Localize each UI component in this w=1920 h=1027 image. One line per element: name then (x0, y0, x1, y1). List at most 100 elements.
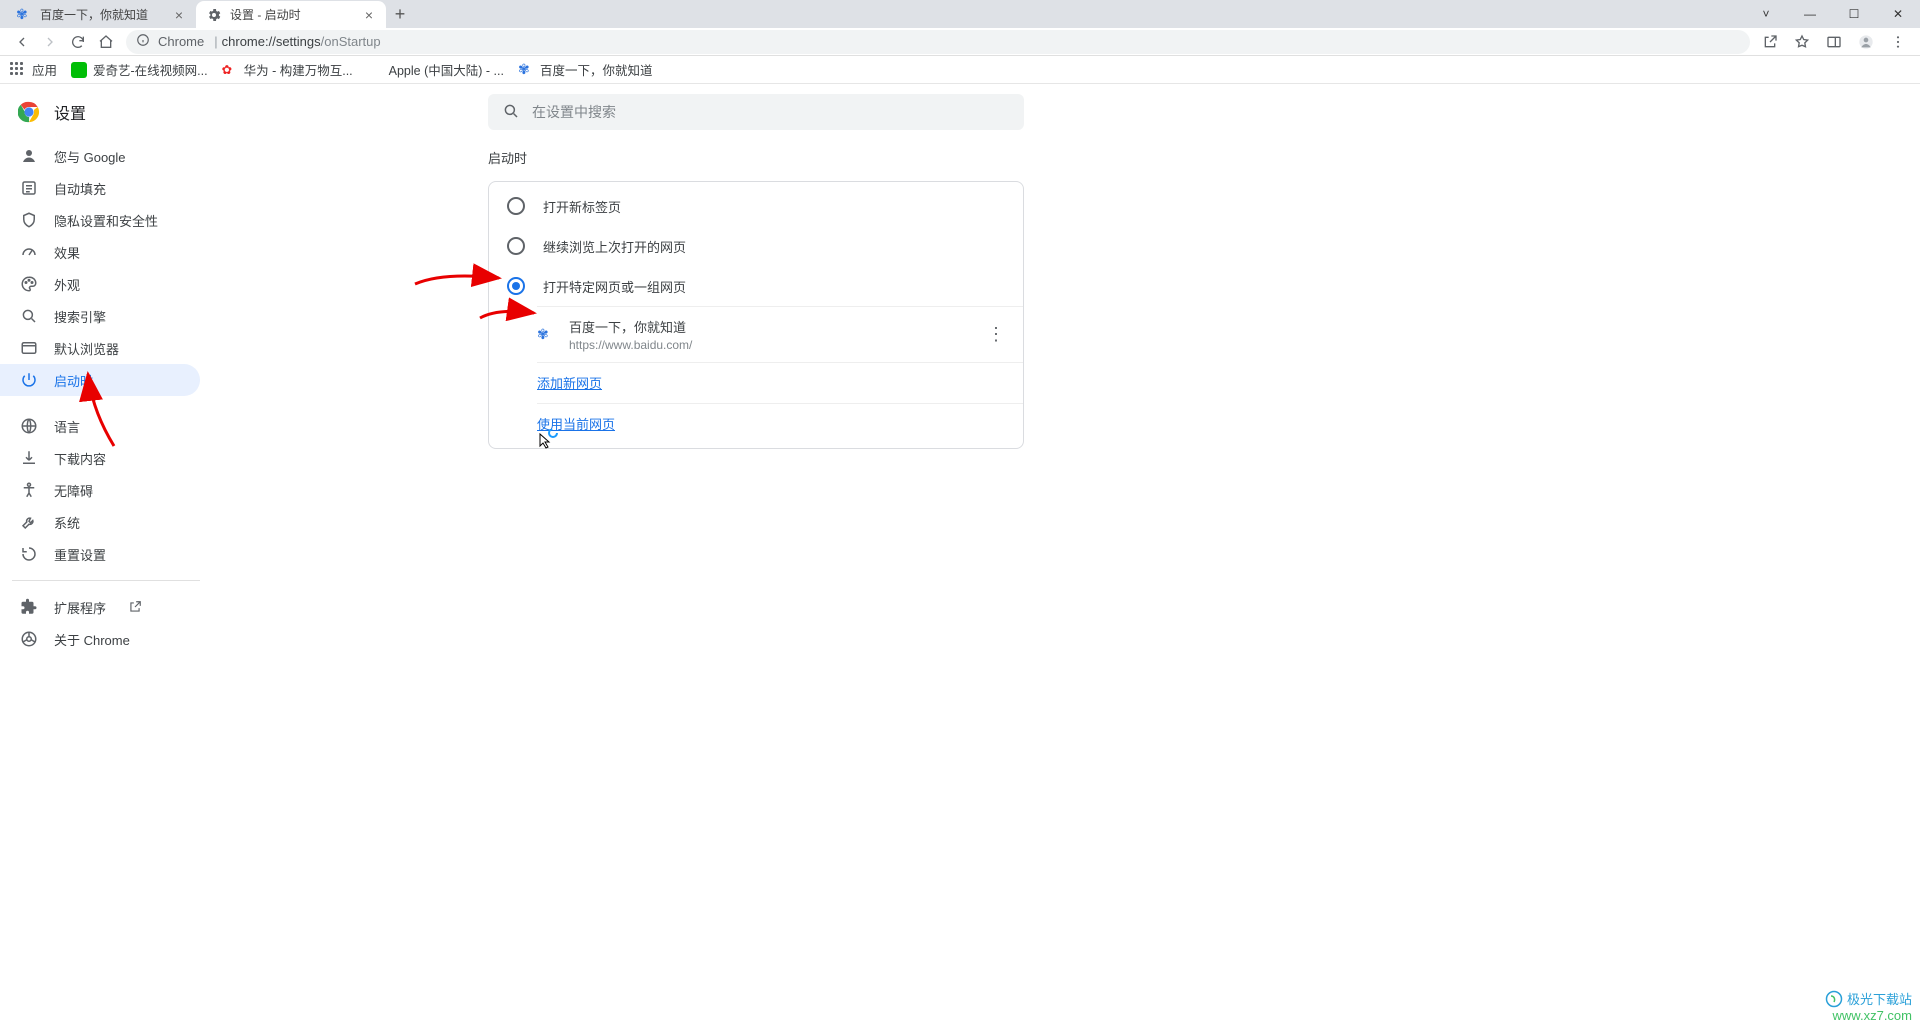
nav-autofill[interactable]: 自动填充 (0, 172, 200, 204)
back-button[interactable] (8, 28, 36, 56)
nav-about-chrome[interactable]: 关于 Chrome (0, 623, 200, 655)
profile-avatar-icon[interactable] (1852, 28, 1880, 56)
nav-accessibility[interactable]: 无障碍 (0, 474, 200, 506)
tab-title: 设置 - 启动时 (230, 6, 356, 23)
nav-label: 无障碍 (54, 481, 93, 500)
menu-icon[interactable] (1884, 28, 1912, 56)
bookmark-iqiyi[interactable]: 爱奇艺-在线视频网... (71, 60, 208, 79)
toolbar-right (1756, 28, 1912, 56)
bookmark-label: 百度一下，你就知道 (540, 60, 653, 79)
new-tab-button[interactable]: + (386, 0, 414, 28)
bookmark-star-icon[interactable] (1788, 28, 1816, 56)
radio-icon (507, 277, 525, 295)
nav-on-startup[interactable]: 启动时 (0, 364, 200, 396)
nav-label: 重置设置 (54, 545, 106, 564)
close-icon[interactable]: × (362, 8, 376, 22)
chrome-logo-icon (18, 101, 40, 123)
bookmark-baidu[interactable]: ✾ 百度一下，你就知道 (518, 60, 653, 79)
add-page-link[interactable]: 添加新网页 (537, 376, 602, 391)
nav-default-browser[interactable]: 默认浏览器 (0, 332, 200, 364)
more-menu-icon[interactable]: ⋮ (987, 324, 1005, 345)
nav-label: 效果 (54, 243, 80, 262)
nav-you-and-google[interactable]: 您与 Google (0, 140, 200, 172)
bookmark-label: 爱奇艺-在线视频网... (93, 60, 208, 79)
nav-reset[interactable]: 重置设置 (0, 538, 200, 570)
site-info-icon[interactable] (136, 33, 150, 50)
use-current-row: 使用当前网页 (537, 403, 1023, 444)
nav-extensions[interactable]: 扩展程序 (0, 591, 200, 623)
watermark-line1: 极光下载站 (1847, 989, 1912, 1008)
home-button[interactable] (92, 28, 120, 56)
wrench-icon (20, 513, 38, 531)
huawei-icon: ✿ (222, 62, 238, 78)
baidu-paw-icon: ✾ (518, 62, 534, 78)
reset-icon (20, 545, 38, 563)
shield-icon (20, 211, 38, 229)
address-bar[interactable]: Chrome | chrome://settings/onStartup (126, 30, 1750, 54)
gear-icon (206, 7, 222, 23)
minimize-button[interactable]: — (1788, 0, 1832, 28)
nav-privacy[interactable]: 隐私设置和安全性 (0, 204, 200, 236)
radio-continue[interactable]: 继续浏览上次打开的网页 (489, 226, 1023, 266)
watermark-line2: www.xz7.com (1825, 1008, 1912, 1023)
download-icon (20, 449, 38, 467)
use-current-link[interactable]: 使用当前网页 (537, 417, 615, 432)
apple-icon (367, 62, 383, 78)
url-rest: /onStartup (321, 34, 381, 49)
apps-grid-icon (10, 62, 26, 78)
settings-search[interactable]: 在设置中搜索 (488, 94, 1024, 130)
nav-label: 系统 (54, 513, 80, 532)
reload-button[interactable] (64, 28, 92, 56)
maximize-button[interactable]: ☐ (1832, 0, 1876, 28)
iqiyi-icon (71, 62, 87, 78)
browser-toolbar: Chrome | chrome://settings/onStartup (0, 28, 1920, 56)
tab-baidu[interactable]: ✾ 百度一下，你就知道 × (6, 1, 196, 28)
nav-label: 语言 (54, 417, 80, 436)
nav-label: 扩展程序 (54, 598, 106, 617)
site-name: 百度一下，你就知道 (569, 317, 987, 336)
share-icon[interactable] (1756, 28, 1784, 56)
radio-new-tab[interactable]: 打开新标签页 (489, 186, 1023, 226)
radio-label: 继续浏览上次打开的网页 (543, 237, 686, 256)
apps-shortcut[interactable]: 应用 (10, 60, 57, 79)
tab-title: 百度一下，你就知道 (40, 6, 166, 23)
radio-label: 打开新标签页 (543, 197, 621, 216)
bookmark-apple[interactable]: Apple (中国大陆) - ... (367, 60, 504, 79)
nav-performance[interactable]: 效果 (0, 236, 200, 268)
site-url: https://www.baidu.com/ (569, 338, 987, 352)
watermark: 极光下载站 www.xz7.com (1825, 989, 1912, 1023)
bookmark-label: Apple (中国大陆) - ... (389, 60, 504, 79)
bookmark-huawei[interactable]: ✿ 华为 - 构建万物互... (222, 60, 353, 79)
power-icon (20, 371, 38, 389)
radio-specific-pages[interactable]: 打开特定网页或一组网页 (489, 266, 1023, 306)
section-title: 启动时 (488, 148, 1024, 167)
forward-button[interactable] (36, 28, 64, 56)
close-window-button[interactable]: ✕ (1876, 0, 1920, 28)
nav-search-engine[interactable]: 搜索引擎 (0, 300, 200, 332)
nav-system[interactable]: 系统 (0, 506, 200, 538)
radio-label: 打开特定网页或一组网页 (543, 277, 686, 296)
radio-icon (507, 237, 525, 255)
tab-strip: ✾ 百度一下，你就知道 × 设置 - 启动时 × + (6, 0, 414, 28)
nav-languages[interactable]: 语言 (0, 410, 200, 442)
search-icon (20, 307, 38, 325)
tab-settings[interactable]: 设置 - 启动时 × (196, 1, 386, 28)
chrome-icon (20, 630, 38, 648)
omnibox-divider: | (214, 34, 217, 49)
radio-icon (507, 197, 525, 215)
window-controls: ˅ — ☐ ✕ (1744, 0, 1920, 28)
close-icon[interactable]: × (172, 8, 186, 22)
startup-pages-list: ✾ 百度一下，你就知道 https://www.baidu.com/ ⋮ 添加新… (537, 306, 1023, 444)
side-panel-icon[interactable] (1820, 28, 1848, 56)
nav-appearance[interactable]: 外观 (0, 268, 200, 300)
external-link-icon (128, 600, 142, 614)
extension-icon (20, 598, 38, 616)
browser-icon (20, 339, 38, 357)
nav-label: 下载内容 (54, 449, 106, 468)
apps-label: 应用 (32, 60, 57, 79)
nav-downloads[interactable]: 下载内容 (0, 442, 200, 474)
chevron-down-icon[interactable]: ˅ (1744, 0, 1788, 28)
nav-label: 启动时 (54, 371, 93, 390)
gauge-icon (20, 243, 38, 261)
nav-label: 自动填充 (54, 179, 106, 198)
